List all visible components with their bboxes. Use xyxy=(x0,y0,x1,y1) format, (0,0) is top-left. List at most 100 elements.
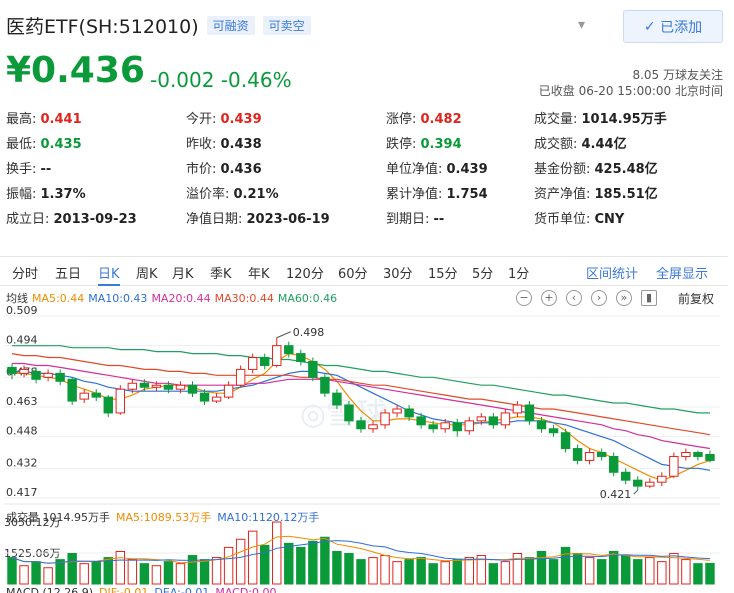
volume-bar xyxy=(79,563,89,585)
candle-body xyxy=(79,392,89,400)
more-options-icon[interactable]: ▾ xyxy=(578,17,586,33)
candle-body xyxy=(645,481,655,487)
volume-bar xyxy=(452,559,462,585)
y-tick-label: 0.448 xyxy=(6,425,38,438)
quote-value: 0.21% xyxy=(233,187,279,202)
candle-body xyxy=(693,452,703,457)
y-tick-label: 0.494 xyxy=(6,334,38,347)
volume-legend: 成交量 1014.95万手 MA5:1089.53万手 MA10:1120.12万手 xyxy=(6,509,325,525)
volume-bar xyxy=(284,542,294,585)
volume-bar xyxy=(608,550,619,585)
quote-value: 0.438 xyxy=(220,137,262,152)
volume-legend-item: 成交量 1014.95万手 xyxy=(6,511,110,524)
candle-body xyxy=(428,424,438,430)
price-change: -0.002 -0.46% xyxy=(150,68,292,92)
period-tab[interactable]: 30分 xyxy=(383,263,413,282)
volume-bar xyxy=(681,559,691,585)
quote-cell: 成交量: 1014.95万手 xyxy=(534,108,667,130)
candle-body xyxy=(31,370,41,380)
quote-cell: 最高: 0.441 xyxy=(6,108,82,130)
check-icon: ✓ xyxy=(643,18,661,35)
quote-cell: 成立日: 2013-09-23 xyxy=(6,208,137,230)
candle-body xyxy=(440,422,450,430)
volume-bar xyxy=(560,546,571,585)
candle-body xyxy=(320,376,330,394)
candle-body xyxy=(669,455,679,477)
candle-body xyxy=(139,382,150,388)
volume-bar xyxy=(500,561,511,585)
candle-body xyxy=(548,428,559,434)
candle-body xyxy=(392,408,402,414)
title-row: 医药ETF(SH:512010) 可融资 可卖空 xyxy=(6,12,311,39)
period-tab[interactable]: 周K xyxy=(136,263,158,282)
quote-cell: 跌停: 0.394 xyxy=(386,133,462,155)
period-tab[interactable]: 120分 xyxy=(286,263,324,282)
period-tab[interactable]: 五日 xyxy=(55,263,81,282)
candle-body xyxy=(67,378,77,402)
y-tick-label: 0.417 xyxy=(6,486,38,499)
quote-cell: 市价: 0.436 xyxy=(186,158,262,180)
period-tab[interactable]: 日K xyxy=(98,263,120,286)
y-tick-label: 0.509 xyxy=(6,304,38,317)
volume-bar xyxy=(272,521,282,585)
candle-body xyxy=(512,404,523,414)
stock-name: 医药ETF(SH:512010) xyxy=(6,16,199,38)
annotation-line xyxy=(276,331,291,339)
candle-body xyxy=(657,475,667,483)
period-tab[interactable]: 年K xyxy=(248,263,270,282)
period-tab[interactable]: 分时 xyxy=(12,263,38,282)
period-tab[interactable]: 月K xyxy=(172,263,194,282)
quote-value: 0.482 xyxy=(420,112,462,127)
macd-legend-item: MACD (12,26,9) xyxy=(6,586,94,593)
fullscreen-link[interactable]: 全屏显示 xyxy=(656,263,708,282)
quote-label: 货币单位: xyxy=(534,212,595,227)
quote-label: 累计净值: xyxy=(386,187,447,202)
quote-label: 最高: xyxy=(6,112,41,127)
y-tick-label: 0.432 xyxy=(6,456,38,469)
candle-body xyxy=(199,392,210,402)
volume-bar xyxy=(91,561,101,585)
kline-chart[interactable]: 0.5090.4940.4780.4630.4480.4320.417◎雪球0.… xyxy=(0,304,734,593)
volume-bar xyxy=(139,563,150,585)
volume-bar xyxy=(572,553,583,585)
period-tab[interactable]: 季K xyxy=(210,263,232,282)
quote-cell: 涨停: 0.482 xyxy=(386,108,462,130)
candle-body xyxy=(356,420,366,430)
quote-label: 涨停: xyxy=(386,112,421,127)
volume-bar xyxy=(19,565,29,585)
quote-cell: 昨收: 0.438 xyxy=(186,133,262,155)
period-tab[interactable]: 15分 xyxy=(428,263,458,282)
quote-value: 0.436 xyxy=(220,162,262,177)
volume-bar xyxy=(596,559,607,585)
quote-cell: 资产净值: 185.51亿 xyxy=(534,183,658,205)
candle-body xyxy=(681,452,691,457)
quote-label: 净值日期: xyxy=(186,212,247,227)
quote-cell: 今开: 0.439 xyxy=(186,108,262,130)
period-tab[interactable]: 60分 xyxy=(338,263,368,282)
candle-body xyxy=(151,384,162,388)
macd-legend-item: DIF:-0.01 xyxy=(99,586,149,593)
candle-body xyxy=(103,396,113,414)
quote-value: 1.37% xyxy=(40,187,86,202)
interval-stats-link[interactable]: 区间统计 xyxy=(586,263,638,282)
candle-body xyxy=(584,452,595,461)
market-status: 已收盘 06-20 15:00:00 北京时间 xyxy=(538,84,723,98)
candle-body xyxy=(284,345,294,355)
added-watchlist-button[interactable]: ✓ 已添加 xyxy=(623,10,723,43)
quote-value: 0.435 xyxy=(40,137,82,152)
candle-body xyxy=(235,368,246,386)
period-tab[interactable]: 1分 xyxy=(508,263,529,282)
volume-bar xyxy=(380,555,390,585)
price-change-abs: -0.002 xyxy=(150,68,215,92)
candle-body xyxy=(368,424,378,430)
period-tab[interactable]: 5分 xyxy=(472,263,493,282)
annotation-line xyxy=(633,489,639,495)
tag-short[interactable]: 可卖空 xyxy=(262,16,311,35)
followers-count: 8.05 万球友关注 xyxy=(632,68,723,82)
candle-body xyxy=(488,416,499,426)
volume-bar xyxy=(705,562,715,585)
quote-value: 4.44亿 xyxy=(581,137,627,152)
tag-margin[interactable]: 可融资 xyxy=(206,16,255,35)
volume-bar xyxy=(43,567,53,585)
volume-bar xyxy=(621,555,631,585)
